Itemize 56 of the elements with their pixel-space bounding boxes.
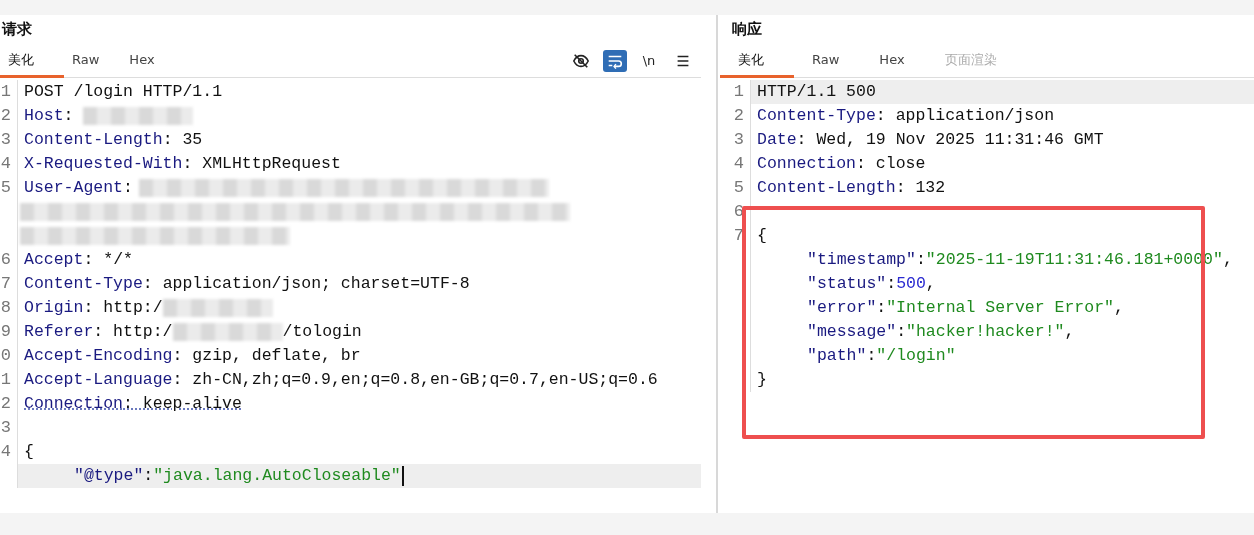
tab[interactable]: Hex	[861, 44, 927, 78]
code-line: Content-Length: 132	[757, 177, 946, 199]
code-line: "status":500,	[807, 273, 936, 295]
code-line: X-Requested-With: XMLHttpRequest	[24, 153, 341, 175]
line-number: 5	[733, 177, 745, 199]
line-number: 4	[733, 153, 745, 175]
code-line: {	[757, 225, 767, 247]
code-line: "@type":"java.lang.AutoCloseable"	[74, 465, 401, 487]
code-line: Accept-Encoding: gzip, deflate, br	[24, 345, 361, 367]
eye-slash-icon	[572, 51, 590, 70]
line-number: 8	[0, 297, 12, 319]
tab[interactable]: Raw	[794, 44, 862, 78]
code-line: HTTP/1.1 500	[757, 81, 876, 103]
code-line: Accept: */*	[24, 249, 133, 271]
code-line: "message":"hacker!hacker!",	[807, 321, 1075, 343]
line-number: 6	[0, 249, 12, 271]
line-number: 0	[0, 345, 12, 367]
line-number: 3	[733, 129, 745, 151]
code-line: Content-Type: application/json; charset=UTF-8	[24, 273, 470, 295]
code-line: Host:	[24, 105, 75, 127]
line-number: 2	[733, 105, 745, 127]
tab[interactable]: Hex	[121, 44, 177, 78]
code-line: Date: Wed, 19 Nov 2025 11:31:46 GMT	[757, 129, 1104, 151]
line-number: 3	[0, 417, 12, 439]
code-line: "error":"Internal Server Error",	[807, 297, 1124, 319]
code-line: {	[24, 441, 34, 463]
line-number: 1	[0, 369, 12, 391]
code-line: POST /login HTTP/1.1	[24, 81, 223, 103]
code-line: }	[757, 369, 767, 391]
line-number: 2	[0, 393, 12, 415]
tab[interactable]: 美化	[0, 44, 64, 78]
line-number: 7	[733, 225, 745, 247]
line-number: 2	[0, 105, 12, 127]
line-number: 3	[0, 129, 12, 151]
code-line: Connection: keep-alive	[24, 393, 242, 415]
code-line: "path":"/login"	[807, 345, 956, 367]
line-number: 9	[0, 321, 12, 343]
panel-title: 请求	[0, 19, 33, 40]
code-line: Accept-Language: zh-CN,zh;q=0.9,en;q=0.8,en-GB;q=0.7,en-US;q=0.6	[24, 369, 658, 391]
line-number: 1	[733, 81, 745, 103]
code-line: User-Agent:	[24, 177, 134, 199]
code-line: Origin: http:/	[24, 297, 163, 319]
newline-toggle[interactable]: \n	[637, 49, 661, 72]
line-number: 5	[0, 177, 12, 199]
tab[interactable]: Raw	[64, 44, 122, 78]
line-number: 4	[0, 441, 12, 463]
code-line: Content-Type: application/json	[757, 105, 1055, 127]
line-number: 1	[0, 81, 12, 103]
panel-title: 响应	[731, 19, 763, 40]
code-line: Referer: http:/	[24, 321, 173, 343]
code-line: /tologin	[282, 321, 362, 343]
line-number: 4	[0, 153, 12, 175]
code-line: Connection: close	[757, 153, 926, 175]
wrap-button[interactable]	[603, 49, 627, 72]
line-number: 7	[0, 273, 12, 295]
code-line: Content-Length: 35	[24, 129, 203, 151]
